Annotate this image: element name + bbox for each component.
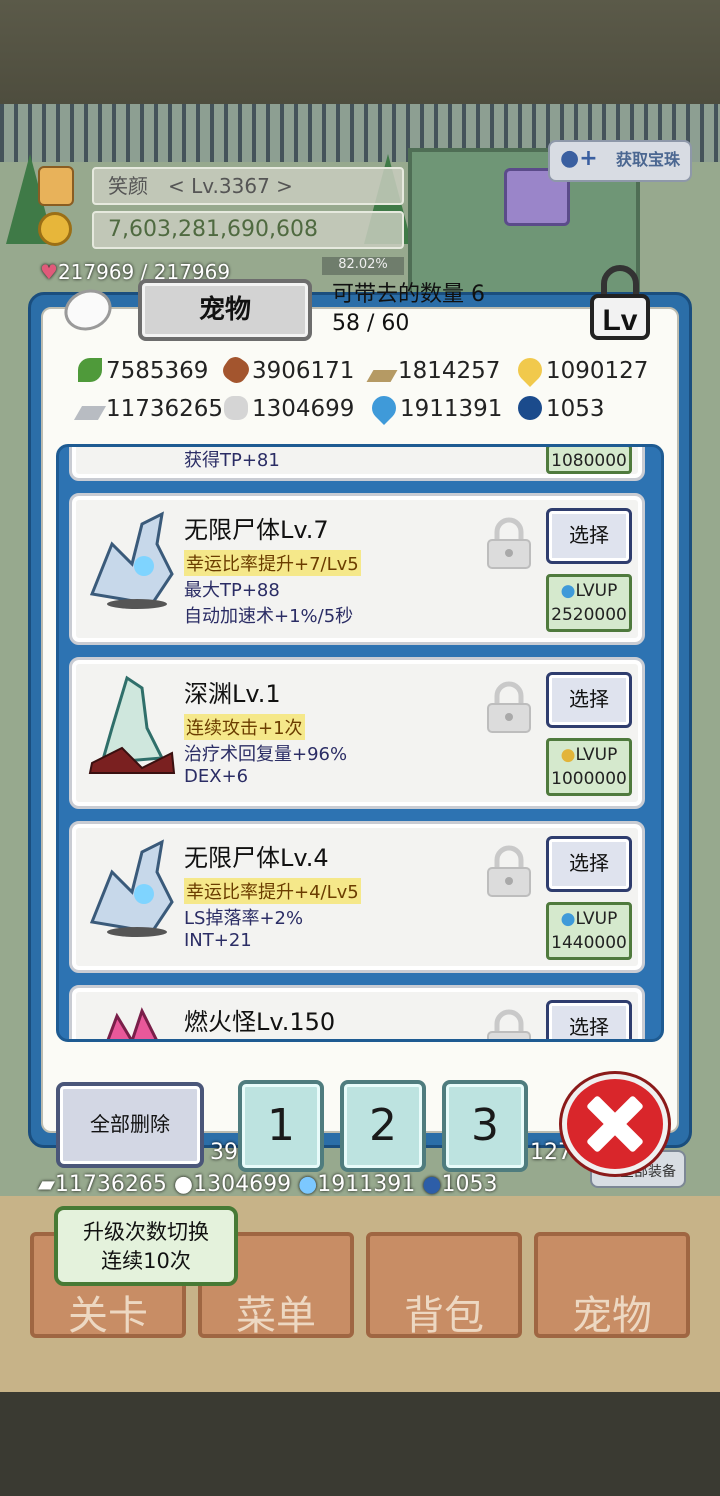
stone-icon: ● [173, 1172, 194, 1197]
resource-leaf: 7585369 [78, 358, 208, 384]
lvup-button[interactable]: ●LVUP 1440000 [546, 902, 632, 960]
blue-flame-icon: ● [560, 581, 576, 601]
pet-name: 燃火怪Lv.150 [184, 1008, 336, 1036]
pet-attr: 连续攻击+1次 [184, 714, 305, 740]
orb-plus-icon: ●+ [560, 146, 598, 171]
lvup-button[interactable]: 1080000 [546, 447, 632, 474]
gold-amount: 7,603,281,690,608 [92, 211, 404, 249]
resource-stone: 1304699 [224, 396, 354, 422]
pet-attr: 获得TP+81 [184, 450, 280, 471]
pet-flame-sprite [106, 1007, 158, 1039]
get-orb-button[interactable]: ●+ 获取宝珠 [548, 140, 692, 182]
wood-icon [219, 353, 253, 387]
carry-limit-label: 可带去的数量 6 [332, 282, 485, 307]
under-stat: 39 [210, 1140, 238, 1165]
pet-attr: 治疗术回复量+96% [184, 744, 348, 765]
select-button[interactable]: 选择 [546, 1000, 632, 1039]
preset-slot-3-button[interactable]: 3 [442, 1080, 528, 1172]
lock-icon[interactable] [484, 844, 534, 898]
stone-icon [224, 396, 248, 420]
pet-name: 无限尸体Lv.4 [184, 844, 329, 872]
pet-card[interactable]: 深渊Lv.1 连续攻击+1次 治疗术回复量+96% DEX+6 选择 ●LVUP… [69, 657, 645, 809]
pet-abyss-sprite [88, 675, 176, 774]
lock-icon[interactable] [484, 680, 534, 734]
iron-bar-icon [73, 406, 107, 420]
gold-drop-icon [513, 353, 547, 387]
menu-bag-button[interactable]: 背包 [366, 1232, 522, 1339]
under-stats-row: ▰11736265 ●1304699 ●1911391 ●1053 [38, 1172, 498, 1197]
upgrade-count-toggle-button[interactable]: 升级次数切换 连续10次 [54, 1206, 238, 1286]
gold-drop-icon: ● [560, 745, 576, 765]
lvup-button[interactable]: ●LVUP 1000000 [546, 738, 632, 796]
lock-icon[interactable] [484, 516, 534, 570]
preset-slot-1-button[interactable]: 1 [238, 1080, 324, 1172]
lv-lock-icon: Lv [590, 265, 650, 340]
gold-coin-icon [38, 212, 72, 246]
select-button[interactable]: 选择 [546, 672, 632, 728]
pet-name: 深渊Lv.1 [184, 680, 281, 708]
lv-lock-button[interactable]: Lv [586, 262, 654, 342]
resource-orb: 1053 [518, 396, 605, 422]
pet-list[interactable]: 获得TP+81 1080000 无限尸体Lv.7 幸运比率提升+7/Lv5 最大… [56, 444, 664, 1042]
plank-icon [366, 370, 398, 382]
pet-attr: DEX+6 [184, 766, 249, 787]
pet-card[interactable]: 燃火怪Lv.150 选择 [69, 985, 645, 1042]
pet-attr: INT+21 [184, 930, 252, 951]
pet-dragon-sprite [89, 839, 174, 937]
close-button[interactable] [562, 1074, 668, 1174]
select-button[interactable]: 选择 [546, 508, 632, 564]
preset-slot-2-button[interactable]: 2 [340, 1080, 426, 1172]
resource-gold-drop: 1090127 [513, 353, 648, 387]
pet-attr: 幸运比率提升+4/Lv5 [184, 878, 361, 904]
hp-icon: ♥ [40, 260, 58, 284]
lock-icon[interactable] [484, 1008, 534, 1042]
pet-card[interactable]: 无限尸体Lv.7 幸运比率提升+7/Lv5 最大TP+88 自动加速术+1%/5… [69, 493, 645, 645]
pet-count: 58 / 60 [332, 311, 410, 336]
blue-flame-icon: ● [298, 1172, 318, 1197]
pet-card[interactable]: 无限尸体Lv.4 幸运比率提升+4/Lv5 LS掉落率+2% INT+21 选择… [69, 821, 645, 973]
navigation-bar [0, 1392, 720, 1496]
player-name-bar: 笑颜 < Lv.3367 > [92, 167, 404, 205]
exp-percent: 82.02% [322, 257, 404, 275]
resource-wood: 3906171 [219, 353, 354, 387]
blue-flame-icon [367, 391, 401, 425]
pet-name: 无限尸体Lv.7 [184, 516, 329, 544]
status-bar [0, 0, 720, 104]
select-button[interactable]: 选择 [546, 836, 632, 892]
player-level: < Lv.3367 > [168, 174, 293, 198]
svg-text:Lv: Lv [602, 304, 637, 337]
delete-all-button[interactable]: 全部删除 [56, 1082, 204, 1168]
pet-attr: 最大TP+88 [184, 580, 280, 601]
pet-dragon-sprite [89, 511, 174, 609]
pet-attr: 自动加速术+1%/5秒 [184, 606, 354, 627]
menu-pet-button[interactable]: 宠物 [534, 1232, 690, 1339]
player-name: 笑颜 [108, 174, 148, 198]
resource-iron: 11736265 [73, 396, 223, 422]
lvup-button[interactable]: ●LVUP 2520000 [546, 574, 632, 632]
player-avatar[interactable] [38, 166, 74, 206]
iron-bar-icon: ▰ [38, 1172, 55, 1197]
pet-attr: 幸运比率提升+7/Lv5 [184, 550, 361, 576]
orb-icon [518, 396, 542, 420]
pet-card[interactable]: 获得TP+81 1080000 [69, 447, 645, 481]
pet-attr: LS掉落率+2% [184, 908, 304, 929]
resource-blue-flame: 1911391 [367, 391, 502, 425]
leaf-icon [78, 358, 102, 382]
orb-icon: ● [422, 1172, 442, 1197]
panel-title: 宠物 [138, 279, 312, 341]
blue-flame-icon: ● [560, 909, 576, 929]
resource-plank: 1814257 [366, 358, 500, 384]
